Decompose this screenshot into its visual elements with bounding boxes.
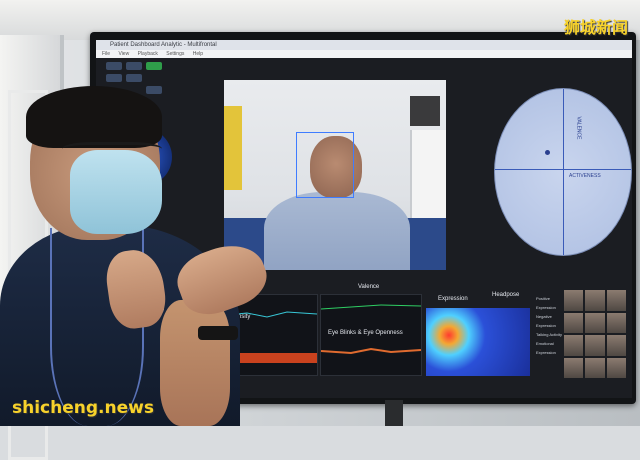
face-mask <box>70 150 162 234</box>
thumbnail[interactable] <box>585 312 605 333</box>
eye-openness-line <box>320 347 422 355</box>
thumbnail[interactable] <box>606 290 626 311</box>
toolbar-button[interactable] <box>126 74 142 82</box>
patient-body <box>264 192 410 270</box>
thumbnail[interactable] <box>564 290 584 311</box>
expression-heatmap <box>426 308 530 376</box>
expression-list: Positive Expression Negative Expression … <box>536 294 562 357</box>
thumbnail[interactable] <box>585 290 605 311</box>
radar-label-valence: VALENCE <box>575 116 582 140</box>
headpose-title: Headpose <box>492 292 520 298</box>
radar-label-activeness: ACTIVENESS <box>569 173 601 179</box>
watermark-bottom: shicheng.news <box>12 398 154 418</box>
watermark-top: 狮城新闻 <box>563 18 628 37</box>
intensity-band <box>227 353 317 363</box>
monitor-stand <box>385 400 403 426</box>
wristwatch <box>198 326 238 340</box>
thumbnail[interactable] <box>585 335 605 356</box>
thumbnail[interactable] <box>606 312 626 333</box>
play-button[interactable] <box>146 62 162 70</box>
poster <box>224 106 242 190</box>
thumbnail[interactable] <box>606 357 626 378</box>
valence-title: Valence <box>358 284 380 290</box>
menu-settings[interactable]: Settings <box>166 51 184 57</box>
menu-file[interactable]: File <box>102 51 110 57</box>
eye-blinks-title: Eye Blinks & Eye Openness <box>328 330 403 336</box>
presenter-hair <box>26 86 162 148</box>
menu-bar: File View Playback Settings Help <box>96 50 632 58</box>
thumbnail[interactable] <box>564 357 584 378</box>
valence-activeness-radar: ACTIVENESS VALENCE <box>494 88 632 256</box>
list-item: Positive Expression <box>536 296 556 310</box>
valence-line <box>320 304 422 310</box>
menu-view[interactable]: View <box>118 51 129 57</box>
toolbar-button[interactable] <box>106 74 122 82</box>
radar-axis-v <box>563 89 564 255</box>
menu-help[interactable]: Help <box>193 51 203 57</box>
face-thumbnails <box>564 290 626 378</box>
expression-title: Expression <box>438 296 468 302</box>
toolbar-button[interactable] <box>106 62 122 70</box>
video-feed <box>224 80 446 270</box>
thumbnail[interactable] <box>606 335 626 356</box>
face-detection-box <box>296 132 354 198</box>
toolbar-button[interactable] <box>126 62 142 70</box>
intensity-lines <box>226 311 318 363</box>
list-item: Emotional Expression <box>536 341 556 355</box>
thumbnail[interactable] <box>585 357 605 378</box>
presenter-arm <box>160 300 230 426</box>
thumbnail[interactable] <box>564 312 584 333</box>
shelf-object <box>410 96 440 126</box>
thumbnail[interactable] <box>564 335 584 356</box>
window-title: Patient Dashboard Analytic - Multifronta… <box>96 40 632 50</box>
menu-playback[interactable]: Playback <box>138 51 158 57</box>
list-item: Talking Activity <box>536 332 563 337</box>
radar-point <box>545 150 550 155</box>
list-item: Negative Expression <box>536 314 556 328</box>
toolbar-button[interactable] <box>146 86 162 94</box>
